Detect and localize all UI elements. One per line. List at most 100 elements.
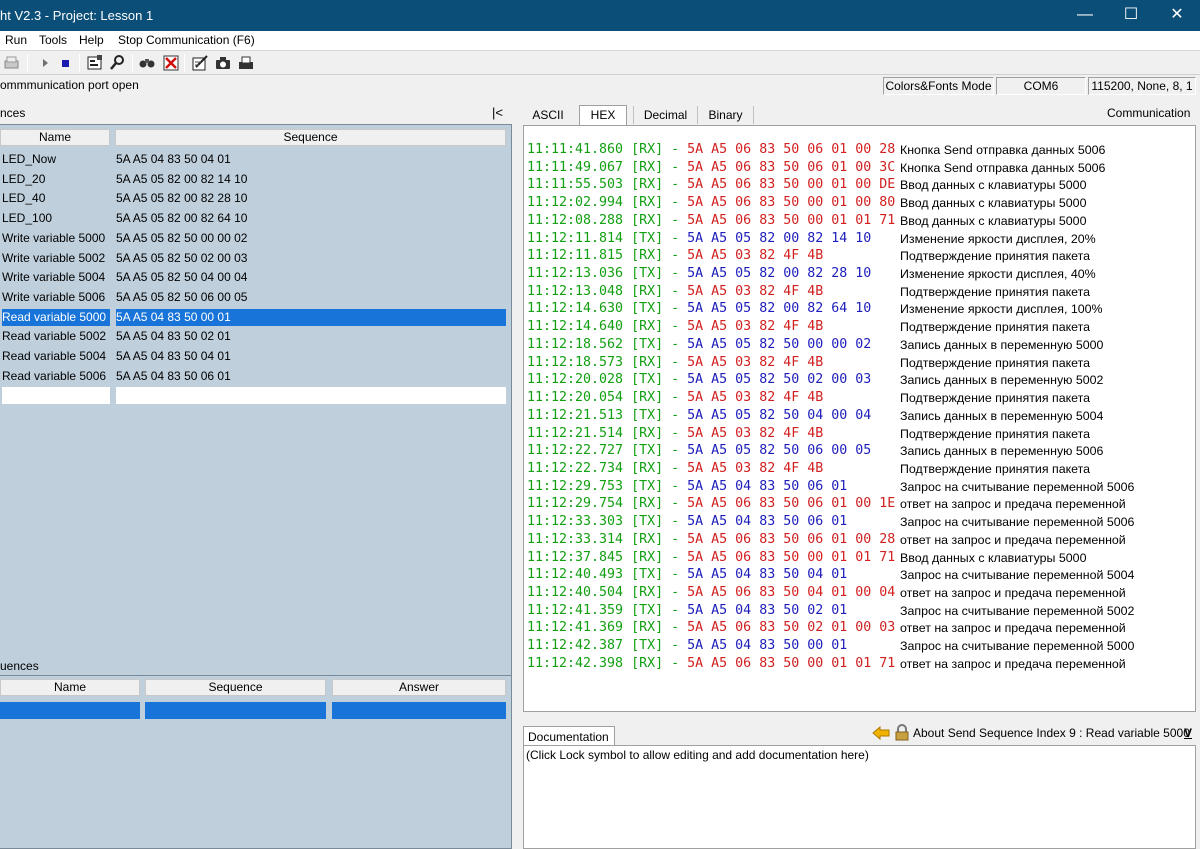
send-sequence-name[interactable]: LED_40 [2, 190, 110, 207]
tab-decimal[interactable]: Decimal [633, 106, 697, 124]
send-sequence-value[interactable]: 5A A5 04 83 50 06 01 [116, 368, 506, 385]
receive-row-sequence-cell[interactable] [145, 702, 326, 719]
log-direction: TX [639, 372, 656, 388]
tab-binary[interactable]: Binary [697, 106, 753, 124]
log-line: 11:12:29.754 [RX] - 5A A5 06 83 50 06 01… [527, 496, 896, 512]
send-sequence-name[interactable]: Write variable 5004 [2, 269, 110, 286]
send-sequence-value[interactable]: 5A A5 05 82 50 00 00 02 [116, 230, 506, 247]
send-sequence-name[interactable]: Write variable 5002 [2, 250, 110, 267]
colors-fonts-mode-status[interactable]: Colors&Fonts Mode [883, 77, 994, 95]
send-sequence-value[interactable]: 5A A5 04 83 50 04 01 [116, 151, 506, 168]
stop-icon[interactable] [57, 54, 75, 72]
maximize-button[interactable]: ☐ [1108, 0, 1154, 31]
port-settings-status[interactable]: 115200, None, 8, 1 [1088, 77, 1196, 95]
log-data: 5A A5 06 83 50 06 01 00 28 [687, 531, 896, 547]
menu-stop-communication[interactable]: Stop Communication (F6) [118, 33, 255, 47]
close-button[interactable]: ✕ [1154, 0, 1200, 31]
receive-header-sequence[interactable]: Sequence [145, 679, 326, 696]
send-sequence-name[interactable]: Write variable 5006 [2, 289, 110, 306]
send-sequence-row[interactable]: Write variable 5000 5A A5 05 82 50 00 00 … [0, 230, 510, 247]
send-sequence-value[interactable]: 5A A5 05 82 00 82 14 10 [116, 171, 506, 188]
send-sequence-name[interactable]: LED_20 [2, 171, 110, 188]
menu-help[interactable]: Help [79, 33, 104, 47]
properties-icon[interactable] [86, 54, 104, 72]
receive-row-name-cell[interactable] [0, 702, 140, 719]
send-sequence-name[interactable]: Write variable 5000 [2, 230, 110, 247]
documentation-text[interactable]: (Click Lock symbol to allow editing and … [523, 745, 1196, 849]
log-data: 5A A5 05 82 50 02 00 03 [687, 372, 872, 388]
receive-header-name[interactable]: Name [0, 679, 140, 696]
find-icon[interactable] [138, 54, 156, 72]
log-data: 5A A5 06 83 50 00 01 01 71 [687, 549, 896, 565]
log-direction: TX [639, 567, 656, 583]
send-sequence-value[interactable]: 5A A5 04 83 50 00 01 [116, 308, 506, 326]
tab-documentation[interactable]: Documentation [523, 726, 615, 746]
minimize-button[interactable]: — [1062, 0, 1108, 31]
send-sequence-row[interactable]: LED_20 5A A5 05 82 00 82 14 10 [0, 171, 510, 188]
play-icon[interactable] [37, 54, 55, 72]
collapse-button[interactable]: |< [492, 105, 503, 120]
clear-icon[interactable] [162, 54, 180, 72]
send-sequence-value[interactable]: 5A A5 05 82 50 04 00 04 [116, 269, 506, 286]
log-direction: TX [639, 301, 656, 317]
tab-hex[interactable]: HEX [579, 105, 627, 125]
log-timestamp: 11:12:02.994 [527, 195, 624, 211]
send-sequence-value[interactable]: 5A A5 04 83 50 02 01 [116, 328, 506, 345]
send-header-sequence[interactable]: Sequence [115, 129, 506, 146]
edit-icon[interactable] [191, 54, 209, 72]
receive-header-answer[interactable]: Answer [332, 679, 506, 696]
log-line: 11:12:33.314 [RX] - 5A A5 06 83 50 06 01… [527, 531, 896, 547]
send-sequence-row[interactable]: LED_Now 5A A5 04 83 50 04 01 [0, 151, 510, 168]
log-direction: RX [639, 354, 656, 370]
send-sequence-name[interactable]: Read variable 5000 [2, 308, 110, 326]
log-direction: RX [639, 531, 656, 547]
log-timestamp: 11:12:13.036 [527, 266, 624, 282]
menu-run[interactable]: Run [5, 33, 27, 47]
communication-log[interactable]: 11:11:41.860 [RX] - 5A A5 06 83 50 06 01… [523, 125, 1196, 712]
new-row-name-cell[interactable] [2, 387, 110, 404]
send-sequence-value[interactable]: 5A A5 05 82 00 82 64 10 [116, 210, 506, 227]
new-row-sequence-cell[interactable] [116, 387, 506, 404]
send-sequence-row[interactable]: LED_100 5A A5 05 82 00 82 64 10 [0, 210, 510, 227]
send-sequence-row[interactable]: LED_40 5A A5 05 82 00 82 28 10 [0, 190, 510, 207]
send-sequence-value[interactable]: 5A A5 05 82 50 02 00 03 [116, 250, 506, 267]
send-sequence-row[interactable]: Read variable 5002 5A A5 04 83 50 02 01 [0, 328, 510, 345]
lock-icon[interactable] [894, 724, 910, 741]
log-line: 11:12:22.734 [RX] - 5A A5 03 82 4F 4B [527, 460, 824, 476]
send-sequence-value[interactable]: 5A A5 05 82 00 82 28 10 [116, 190, 506, 207]
title-bar: ht V2.3 - Project: Lesson 1 — ☐ ✕ [0, 0, 1200, 31]
log-line: 11:12:29.753 [TX] - 5A A5 04 83 50 06 01 [527, 478, 848, 494]
send-sequence-name[interactable]: LED_Now [2, 151, 110, 168]
log-timestamp: 11:11:55.503 [527, 177, 624, 193]
send-sequence-row[interactable]: Read variable 5004 5A A5 04 83 50 04 01 [0, 348, 510, 365]
com-port-status[interactable]: COM6 [996, 77, 1086, 95]
log-timestamp: 11:12:18.562 [527, 336, 624, 352]
send-sequence-row[interactable]: Write variable 5004 5A A5 05 82 50 04 00 … [0, 269, 510, 286]
receive-row-answer-cell[interactable] [332, 702, 506, 719]
log-description: Запрос на считывание переменной 5000 [900, 639, 1135, 654]
log-description: Подтверждение принятия пакета [900, 320, 1091, 335]
send-sequence-name[interactable]: LED_100 [2, 210, 110, 227]
send-sequence-name[interactable]: Read variable 5002 [2, 328, 110, 345]
menu-tools[interactable]: Tools [39, 33, 67, 47]
tab-ascii[interactable]: ASCII [523, 106, 573, 124]
send-sequence-value[interactable]: 5A A5 05 82 50 06 00 05 [116, 289, 506, 306]
log-direction: TX [639, 407, 656, 423]
send-sequence-value[interactable]: 5A A5 04 83 50 04 01 [116, 348, 506, 365]
log-description: Подтверждение принятия пакета [900, 249, 1091, 264]
log-line: 11:12:08.288 [RX] - 5A A5 06 83 50 00 01… [527, 212, 896, 228]
send-sequence-row[interactable]: Read variable 5000 5A A5 04 83 50 00 01 [0, 308, 510, 326]
send-sequence-row[interactable]: Write variable 5002 5A A5 05 82 50 02 00 … [0, 250, 510, 267]
log-description: Изменение яркости дисплея, 100% [900, 302, 1103, 317]
send-sequence-name[interactable]: Read variable 5006 [2, 368, 110, 385]
capture-icon[interactable] [214, 54, 232, 72]
send-sequence-row[interactable]: Write variable 5006 5A A5 05 82 50 06 00 … [0, 289, 510, 306]
record-icon[interactable] [237, 54, 255, 72]
send-sequence-name[interactable]: Read variable 5004 [2, 348, 110, 365]
documentation-toggle[interactable]: V [1184, 726, 1192, 740]
print-icon[interactable] [2, 54, 20, 72]
send-sequence-row[interactable]: Read variable 5006 5A A5 04 83 50 06 01 [0, 368, 510, 385]
arrow-left-icon[interactable] [872, 725, 890, 741]
send-header-name[interactable]: Name [0, 129, 110, 146]
settings-icon[interactable] [108, 54, 126, 72]
